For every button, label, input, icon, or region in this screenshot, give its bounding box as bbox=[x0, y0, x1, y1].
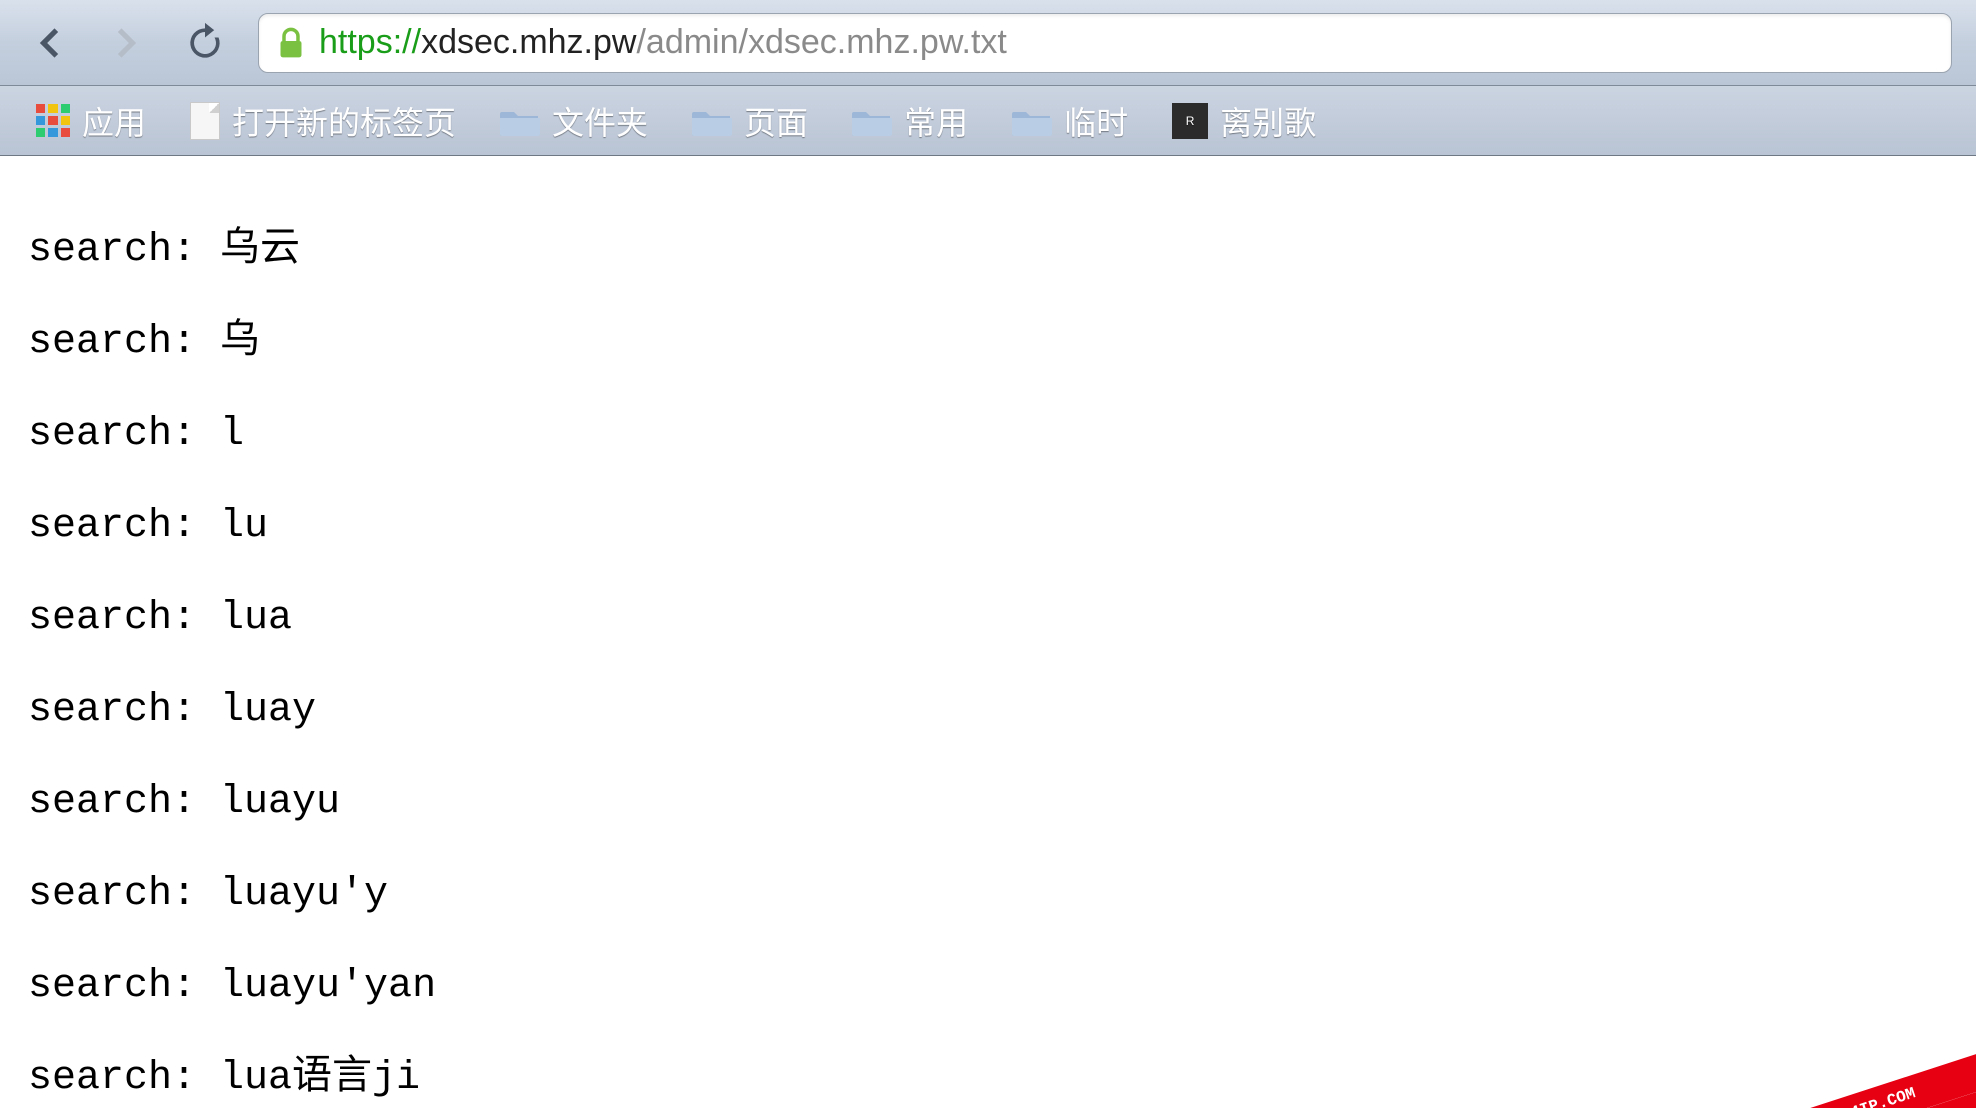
bookmark-label: 临时 bbox=[1064, 98, 1128, 144]
log-line: search: l bbox=[28, 412, 1948, 458]
bookmark-label: 打开新的标签页 bbox=[232, 98, 456, 144]
forward-button[interactable] bbox=[102, 18, 152, 68]
apps-label: 应用 bbox=[82, 98, 146, 144]
url-host: xdsec.mhz.pw bbox=[421, 23, 636, 61]
log-line: search: lua语言ji bbox=[28, 1056, 1948, 1102]
page-icon bbox=[190, 102, 220, 140]
url-text: https://xdsec.mhz.pw/admin/xdsec.mhz.pw.… bbox=[319, 23, 1007, 62]
url-path: /admin/xdsec.mhz.pw.txt bbox=[636, 23, 1006, 61]
bookmark-item[interactable]: 打开新的标签页 bbox=[172, 94, 474, 148]
bookmarks-bar: 应用 打开新的标签页 文件夹 页面 常用 临时 R 离别歌 bbox=[0, 86, 1976, 156]
log-line: search: 乌 bbox=[28, 320, 1948, 366]
browser-toolbar: https://xdsec.mhz.pw/admin/xdsec.mhz.pw.… bbox=[0, 0, 1976, 86]
apps-button[interactable]: 应用 bbox=[18, 94, 164, 148]
folder-icon bbox=[692, 106, 732, 136]
bookmark-label: 常用 bbox=[904, 98, 968, 144]
favicon-icon: R bbox=[1172, 103, 1208, 139]
folder-icon bbox=[1012, 106, 1052, 136]
log-line: search: luayu'yan bbox=[28, 964, 1948, 1010]
folder-icon bbox=[500, 106, 540, 136]
apps-icon bbox=[36, 104, 70, 138]
page-content: search: 乌云 search: 乌 search: l search: l… bbox=[0, 156, 1976, 1108]
bookmark-item[interactable]: 页面 bbox=[674, 94, 826, 148]
bookmark-item[interactable]: 常用 bbox=[834, 94, 986, 148]
reload-button[interactable] bbox=[180, 18, 230, 68]
url-scheme: https bbox=[319, 23, 393, 61]
log-line: search: luayu bbox=[28, 780, 1948, 826]
bookmark-item[interactable]: 文件夹 bbox=[482, 94, 666, 148]
log-line: search: 乌云 bbox=[28, 228, 1948, 274]
log-line: search: luay bbox=[28, 688, 1948, 734]
lock-icon bbox=[277, 27, 305, 59]
folder-icon bbox=[852, 106, 892, 136]
log-line: search: luayu'y bbox=[28, 872, 1948, 918]
bookmark-label: 离别歌 bbox=[1220, 98, 1316, 144]
address-bar[interactable]: https://xdsec.mhz.pw/admin/xdsec.mhz.pw.… bbox=[258, 13, 1952, 73]
bookmark-item[interactable]: R 离别歌 bbox=[1154, 94, 1334, 148]
bookmark-item[interactable]: 临时 bbox=[994, 94, 1146, 148]
back-button[interactable] bbox=[24, 18, 74, 68]
bookmark-label: 文件夹 bbox=[552, 98, 648, 144]
log-line: search: lu bbox=[28, 504, 1948, 550]
log-line: search: lua bbox=[28, 596, 1948, 642]
bookmark-label: 页面 bbox=[744, 98, 808, 144]
